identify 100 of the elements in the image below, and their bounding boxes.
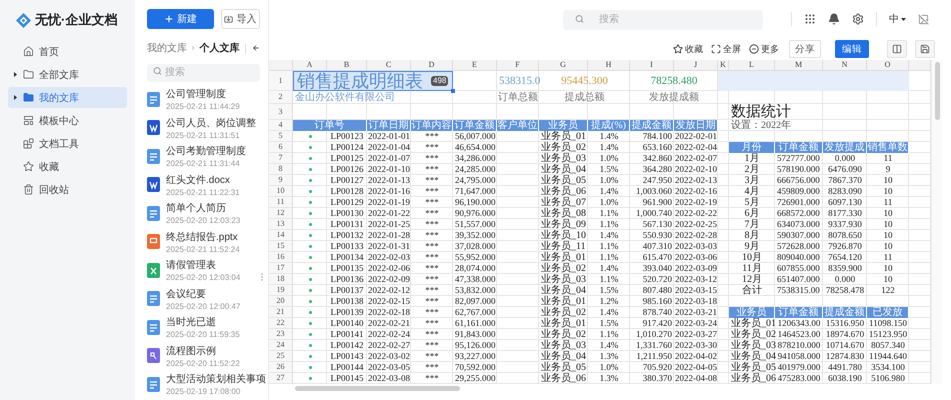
import-button[interactable]: 导入 xyxy=(220,9,260,29)
document-item[interactable]: 公司管理制度 2025-02-21 11:44:29 xyxy=(147,85,260,114)
row-number[interactable]: 11 xyxy=(269,197,293,208)
document-item[interactable]: 当时光已逝 2025-02-20 11:59:35 xyxy=(147,313,260,342)
minus-circle-icon xyxy=(749,44,759,54)
column-header[interactable]: E xyxy=(453,60,497,71)
bell-icon[interactable] xyxy=(828,13,840,25)
new-button[interactable]: 新建 xyxy=(147,9,214,29)
table-cell-text: 47,338.000 xyxy=(454,274,496,285)
column-header[interactable]: M xyxy=(775,60,823,71)
row-number[interactable]: 13 xyxy=(269,219,293,230)
fill-handle[interactable] xyxy=(451,89,455,93)
row-number[interactable]: 8 xyxy=(269,164,293,175)
caret-icon[interactable] xyxy=(12,72,18,77)
row-number[interactable]: 1 xyxy=(269,71,293,91)
sidebar-item[interactable]: 回收站 xyxy=(8,179,127,200)
breadcrumb-link[interactable]: 我的文库 xyxy=(147,41,187,55)
document-item[interactable]: 终总结报告.pptx 2025-02-21 11:52:24 xyxy=(147,228,260,256)
column-header[interactable]: I xyxy=(630,60,674,71)
column-header[interactable]: F xyxy=(497,60,539,71)
sidebar-item[interactable]: 全部文库 xyxy=(8,64,127,85)
row-number[interactable]: 25 xyxy=(269,351,293,362)
column-header[interactable]: C xyxy=(367,60,411,71)
row-number[interactable]: 27 xyxy=(269,373,293,384)
column-header[interactable]: K xyxy=(718,60,729,71)
row-number[interactable]: 9 xyxy=(269,175,293,186)
document-item[interactable]: 请假管理表 2025-02-20 12:03:04 xyxy=(147,256,260,284)
table-cell-text: 1.4% xyxy=(598,131,620,142)
share-button[interactable]: 分享 xyxy=(789,40,821,58)
document-item[interactable]: 公司考勤管理制度 2025-02-21 11:31:44 xyxy=(147,142,260,170)
table-cell-text: *** xyxy=(424,230,440,241)
sidebar-item[interactable]: 我的文库 xyxy=(8,87,127,108)
scrollbar-thumb[interactable] xyxy=(934,62,940,120)
column-header[interactable]: L xyxy=(729,60,775,71)
row-number[interactable]: 4 xyxy=(269,120,293,131)
row-number[interactable]: 17 xyxy=(269,263,293,274)
sidebar-item[interactable]: 模板中心 xyxy=(8,110,127,131)
sidebar-item[interactable]: 文档工具 xyxy=(8,133,127,154)
row-number[interactable]: 6 xyxy=(269,142,293,153)
table-cell: 2022-03-21 xyxy=(674,307,718,318)
row-number[interactable]: 23 xyxy=(269,329,293,340)
row-number[interactable]: 2 xyxy=(269,91,293,104)
column-header[interactable]: G xyxy=(539,60,588,71)
row-number[interactable]: 14 xyxy=(269,230,293,241)
scrollbar-thumb[interactable] xyxy=(295,386,460,390)
table-cell: 2022-02-04 xyxy=(674,142,718,153)
column-header[interactable]: A xyxy=(293,60,327,71)
table-cell: 2022-01-22 xyxy=(367,208,411,219)
row-number[interactable]: 19 xyxy=(269,285,293,296)
row-number[interactable]: 24 xyxy=(269,340,293,351)
fullscreen-button[interactable]: 全屏 xyxy=(711,42,741,56)
row-number[interactable]: 26 xyxy=(269,362,293,373)
column-header[interactable]: B xyxy=(327,60,367,71)
row-number[interactable]: 5 xyxy=(269,131,293,142)
save-button[interactable] xyxy=(915,40,935,58)
row-number[interactable]: 21 xyxy=(269,307,293,318)
more-button[interactable]: 更多 xyxy=(749,42,779,56)
row-number[interactable]: 22 xyxy=(269,318,293,329)
row-number[interactable]: 15 xyxy=(269,241,293,252)
edit-button[interactable]: 编辑 xyxy=(835,40,869,58)
back-arrow-icon[interactable] xyxy=(252,43,260,53)
row-number[interactable]: 18 xyxy=(269,274,293,285)
apps-grid-icon[interactable] xyxy=(804,13,816,25)
sheet-title[interactable]: 销售提成明细表 498 xyxy=(293,71,453,91)
language-selector[interactable]: 中 xyxy=(889,12,906,26)
table-cell-text: 51,557.000 xyxy=(454,219,496,230)
settings-icon[interactable] xyxy=(852,13,864,25)
stats-cell-text: 12月 xyxy=(741,274,763,284)
document-item[interactable]: 简单个人简历 2025-02-20 12:03:23 xyxy=(147,199,260,228)
row-number[interactable]: 3 xyxy=(269,104,293,120)
column-header[interactable]: N xyxy=(823,60,867,71)
document-item[interactable]: 会议纪要 2025-02-20 12:00:47 xyxy=(147,284,260,313)
column-header[interactable]: D xyxy=(411,60,453,71)
stats-cell-text: 7538315.00 xyxy=(776,285,821,296)
row-number[interactable]: 16 xyxy=(269,252,293,263)
search-field[interactable]: 搜索 xyxy=(147,64,260,82)
row-number[interactable]: 10 xyxy=(269,186,293,197)
sidebar-item[interactable]: 首页 xyxy=(8,41,127,62)
sidebar-item[interactable]: 收藏 xyxy=(8,156,127,177)
column-header[interactable]: H xyxy=(588,60,630,71)
row-number[interactable]: 12 xyxy=(269,208,293,219)
table-cell-text: *** xyxy=(424,296,440,307)
document-item[interactable]: 红头文件.docx 2025-02-21 11:22:31 xyxy=(147,170,260,199)
document-item[interactable]: 流程图示例 2025-02-20 11:52:22 xyxy=(147,342,260,370)
stats-cell-text: 7926.870 xyxy=(827,241,863,252)
stats-cell-text: 业务员_05 xyxy=(730,362,775,372)
row-number[interactable]: 7 xyxy=(269,153,293,164)
column-header[interactable]: O xyxy=(867,60,909,71)
row-number[interactable]: 20 xyxy=(269,296,293,307)
stats-cell-text: 10 xyxy=(882,241,894,252)
table-cell-text: 342.860 xyxy=(642,153,673,164)
search-field[interactable]: 搜索 xyxy=(563,10,763,30)
logo-icon xyxy=(16,12,31,28)
dot-icon xyxy=(308,267,312,270)
table-cell-text: 1.5% xyxy=(598,164,620,175)
panel-toggle-button[interactable] xyxy=(887,40,907,58)
document-item[interactable]: 公司人员、岗位调整 2025-02-21 11:31:51 xyxy=(147,114,260,142)
column-header[interactable]: J xyxy=(674,60,718,71)
caret-icon[interactable] xyxy=(12,95,18,100)
favorite-button[interactable]: 收藏 xyxy=(673,42,703,56)
